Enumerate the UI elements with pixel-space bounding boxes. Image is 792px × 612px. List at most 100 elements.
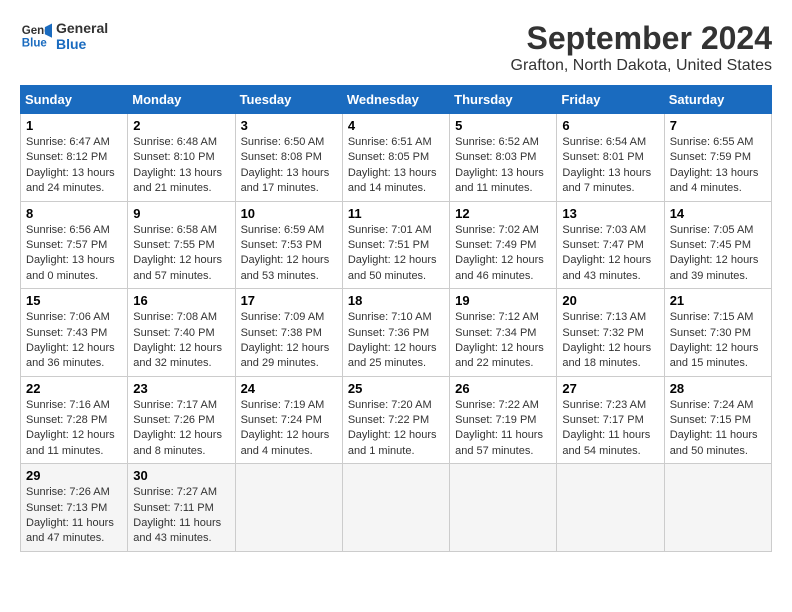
day-info: Sunrise: 6:52 AM Sunset: 8:03 PM Dayligh… <box>455 135 551 197</box>
day-number: 26 <box>455 381 551 396</box>
day-number: 23 <box>133 381 229 396</box>
day-number: 14 <box>670 206 766 221</box>
calendar-cell: 28 Sunrise: 7:24 AM Sunset: 7:15 PM Dayli… <box>664 376 771 464</box>
calendar-cell <box>342 464 449 552</box>
calendar-cell <box>450 464 557 552</box>
day-number: 28 <box>670 381 766 396</box>
day-number: 9 <box>133 206 229 221</box>
day-info: Sunrise: 7:12 AM Sunset: 7:34 PM Dayligh… <box>455 310 551 372</box>
calendar-cell: 6 Sunrise: 6:54 AM Sunset: 8:01 PM Daylig… <box>557 114 664 202</box>
day-info: Sunrise: 7:05 AM Sunset: 7:45 PM Dayligh… <box>670 223 766 285</box>
calendar-cell: 24Sunrise: 7:19 AM Sunset: 7:24 PM Dayli… <box>235 376 342 464</box>
day-info: Sunrise: 7:01 AM Sunset: 7:51 PM Dayligh… <box>348 223 444 285</box>
calendar-cell: 11Sunrise: 7:01 AM Sunset: 7:51 PM Dayli… <box>342 201 449 289</box>
day-info: Sunrise: 6:54 AM Sunset: 8:01 PM Dayligh… <box>562 135 658 197</box>
calendar-cell: 30 Sunrise: 7:27 AM Sunset: 7:11 PM Dayli… <box>128 464 235 552</box>
day-info: Sunrise: 7:03 AM Sunset: 7:47 PM Dayligh… <box>562 223 658 285</box>
day-number: 20 <box>562 293 658 308</box>
calendar-cell: 3 Sunrise: 6:50 AM Sunset: 8:08 PM Daylig… <box>235 114 342 202</box>
calendar-cell: 19 Sunrise: 7:12 AM Sunset: 7:34 PM Dayli… <box>450 289 557 377</box>
calendar-cell: 8Sunrise: 6:56 AM Sunset: 7:57 PM Daylig… <box>21 201 128 289</box>
calendar-title: September 2024 <box>511 20 772 57</box>
day-number: 15 <box>26 293 122 308</box>
day-info: Sunrise: 7:27 AM Sunset: 7:11 PM Dayligh… <box>133 485 229 547</box>
calendar-cell: 18 Sunrise: 7:10 AM Sunset: 7:36 PM Dayli… <box>342 289 449 377</box>
header-tuesday: Tuesday <box>235 86 342 114</box>
calendar-cell: 29Sunrise: 7:26 AM Sunset: 7:13 PM Dayli… <box>21 464 128 552</box>
day-info: Sunrise: 7:15 AM Sunset: 7:30 PM Dayligh… <box>670 310 766 372</box>
day-number: 22 <box>26 381 122 396</box>
day-number: 6 <box>562 118 658 133</box>
day-info: Sunrise: 7:09 AM Sunset: 7:38 PM Dayligh… <box>241 310 337 372</box>
day-info: Sunrise: 7:24 AM Sunset: 7:15 PM Dayligh… <box>670 398 766 460</box>
calendar-cell: 2 Sunrise: 6:48 AM Sunset: 8:10 PM Daylig… <box>128 114 235 202</box>
day-number: 2 <box>133 118 229 133</box>
calendar-cell: 10 Sunrise: 6:59 AM Sunset: 7:53 PM Dayli… <box>235 201 342 289</box>
calendar-cell <box>664 464 771 552</box>
day-number: 5 <box>455 118 551 133</box>
calendar-cell: 4Sunrise: 6:51 AM Sunset: 8:05 PM Daylig… <box>342 114 449 202</box>
calendar-cell: 16 Sunrise: 7:08 AM Sunset: 7:40 PM Dayli… <box>128 289 235 377</box>
calendar-cell: 17 Sunrise: 7:09 AM Sunset: 7:38 PM Dayli… <box>235 289 342 377</box>
day-info: Sunrise: 7:20 AM Sunset: 7:22 PM Dayligh… <box>348 398 444 460</box>
calendar-cell: 14 Sunrise: 7:05 AM Sunset: 7:45 PM Dayli… <box>664 201 771 289</box>
calendar-header: SundayMondayTuesdayWednesdayThursdayFrid… <box>21 86 772 114</box>
day-info: Sunrise: 7:16 AM Sunset: 7:28 PM Dayligh… <box>26 398 122 460</box>
day-number: 8 <box>26 206 122 221</box>
day-info: Sunrise: 7:10 AM Sunset: 7:36 PM Dayligh… <box>348 310 444 372</box>
calendar-cell: 1 Sunrise: 6:47 AM Sunset: 8:12 PM Daylig… <box>21 114 128 202</box>
day-number: 25 <box>348 381 444 396</box>
day-info: Sunrise: 7:26 AM Sunset: 7:13 PM Dayligh… <box>26 485 122 547</box>
day-number: 30 <box>133 468 229 483</box>
calendar-cell: 12 Sunrise: 7:02 AM Sunset: 7:49 PM Dayli… <box>450 201 557 289</box>
day-info: Sunrise: 7:06 AM Sunset: 7:43 PM Dayligh… <box>26 310 122 372</box>
day-info: Sunrise: 7:23 AM Sunset: 7:17 PM Dayligh… <box>562 398 658 460</box>
day-number: 12 <box>455 206 551 221</box>
week-row-3: 22 Sunrise: 7:16 AM Sunset: 7:28 PM Dayli… <box>21 376 772 464</box>
day-number: 3 <box>241 118 337 133</box>
header-wednesday: Wednesday <box>342 86 449 114</box>
day-number: 7 <box>670 118 766 133</box>
title-block: September 2024 Grafton, North Dakota, Un… <box>511 20 772 75</box>
day-number: 27 <box>562 381 658 396</box>
logo-icon: General Blue <box>20 20 52 52</box>
calendar-cell: 23 Sunrise: 7:17 AM Sunset: 7:26 PM Dayli… <box>128 376 235 464</box>
day-info: Sunrise: 7:08 AM Sunset: 7:40 PM Dayligh… <box>133 310 229 372</box>
calendar-cell <box>235 464 342 552</box>
day-number: 17 <box>241 293 337 308</box>
calendar-cell: 27 Sunrise: 7:23 AM Sunset: 7:17 PM Dayli… <box>557 376 664 464</box>
header-thursday: Thursday <box>450 86 557 114</box>
day-info: Sunrise: 6:51 AM Sunset: 8:05 PM Dayligh… <box>348 135 444 197</box>
calendar-body: 1 Sunrise: 6:47 AM Sunset: 8:12 PM Daylig… <box>21 114 772 552</box>
week-row-0: 1 Sunrise: 6:47 AM Sunset: 8:12 PM Daylig… <box>21 114 772 202</box>
day-info: Sunrise: 6:48 AM Sunset: 8:10 PM Dayligh… <box>133 135 229 197</box>
day-info: Sunrise: 7:17 AM Sunset: 7:26 PM Dayligh… <box>133 398 229 460</box>
page-header: General Blue General Blue September 2024… <box>20 20 772 75</box>
calendar-cell: 21 Sunrise: 7:15 AM Sunset: 7:30 PM Dayli… <box>664 289 771 377</box>
svg-text:Blue: Blue <box>22 38 48 50</box>
day-info: Sunrise: 7:19 AM Sunset: 7:24 PM Dayligh… <box>241 398 337 460</box>
calendar-cell <box>557 464 664 552</box>
day-number: 19 <box>455 293 551 308</box>
day-info: Sunrise: 6:55 AM Sunset: 7:59 PM Dayligh… <box>670 135 766 197</box>
calendar-cell: 13 Sunrise: 7:03 AM Sunset: 7:47 PM Dayli… <box>557 201 664 289</box>
day-number: 16 <box>133 293 229 308</box>
day-info: Sunrise: 6:59 AM Sunset: 7:53 PM Dayligh… <box>241 223 337 285</box>
day-number: 10 <box>241 206 337 221</box>
header-saturday: Saturday <box>664 86 771 114</box>
logo: General Blue General Blue <box>20 20 108 52</box>
day-number: 21 <box>670 293 766 308</box>
week-row-4: 29Sunrise: 7:26 AM Sunset: 7:13 PM Dayli… <box>21 464 772 552</box>
header-row: SundayMondayTuesdayWednesdayThursdayFrid… <box>21 86 772 114</box>
logo-line1: General <box>56 20 108 36</box>
day-info: Sunrise: 7:02 AM Sunset: 7:49 PM Dayligh… <box>455 223 551 285</box>
day-info: Sunrise: 6:47 AM Sunset: 8:12 PM Dayligh… <box>26 135 122 197</box>
day-number: 18 <box>348 293 444 308</box>
calendar-cell: 22 Sunrise: 7:16 AM Sunset: 7:28 PM Dayli… <box>21 376 128 464</box>
day-number: 1 <box>26 118 122 133</box>
calendar-cell: 5 Sunrise: 6:52 AM Sunset: 8:03 PM Daylig… <box>450 114 557 202</box>
week-row-2: 15 Sunrise: 7:06 AM Sunset: 7:43 PM Dayli… <box>21 289 772 377</box>
day-number: 13 <box>562 206 658 221</box>
day-info: Sunrise: 6:58 AM Sunset: 7:55 PM Dayligh… <box>133 223 229 285</box>
day-info: Sunrise: 6:50 AM Sunset: 8:08 PM Dayligh… <box>241 135 337 197</box>
